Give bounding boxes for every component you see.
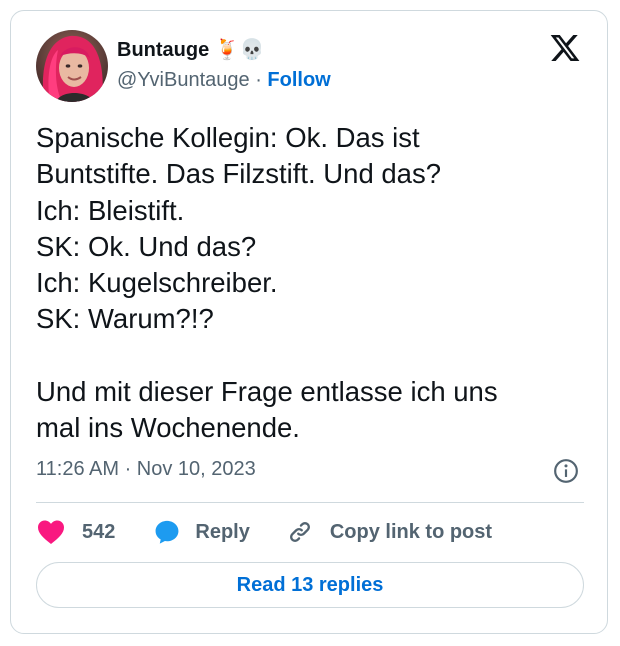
author-display-name[interactable]: Buntauge 🍹💀	[117, 37, 265, 62]
reply-button[interactable]: Reply	[115, 518, 250, 546]
copy-link-label: Copy link to post	[329, 520, 493, 543]
info-icon[interactable]	[553, 458, 579, 484]
read-replies-button[interactable]: Read 13 replies	[36, 562, 584, 608]
x-logo-icon[interactable]	[549, 32, 581, 64]
post-text: Spanische Kollegin: Ok. Das ist Buntstif…	[36, 122, 498, 444]
post-actions: 542 Reply Copy link to post	[36, 516, 584, 548]
reply-label: Reply	[195, 520, 250, 543]
avatar-photo	[36, 30, 108, 102]
like-count: 542	[82, 520, 116, 543]
heart-icon	[38, 520, 64, 544]
handle-separator: ·	[255, 69, 262, 91]
divider	[36, 502, 584, 503]
copy-link-button[interactable]: Copy link to post	[250, 518, 492, 546]
post-timestamp[interactable]: 11:26 AM · Nov 10, 2023	[36, 458, 256, 481]
speech-bubble-icon	[155, 520, 179, 544]
author-handle[interactable]: @YviBuntauge	[117, 69, 250, 91]
follow-button[interactable]: Follow	[267, 69, 330, 91]
link-icon	[289, 522, 310, 542]
like-button[interactable]: 542	[36, 517, 115, 547]
avatar[interactable]	[36, 30, 108, 102]
read-replies-label: Read 13 replies	[236, 573, 384, 596]
author-handle-row: @YviBuntauge · Follow	[117, 69, 331, 92]
